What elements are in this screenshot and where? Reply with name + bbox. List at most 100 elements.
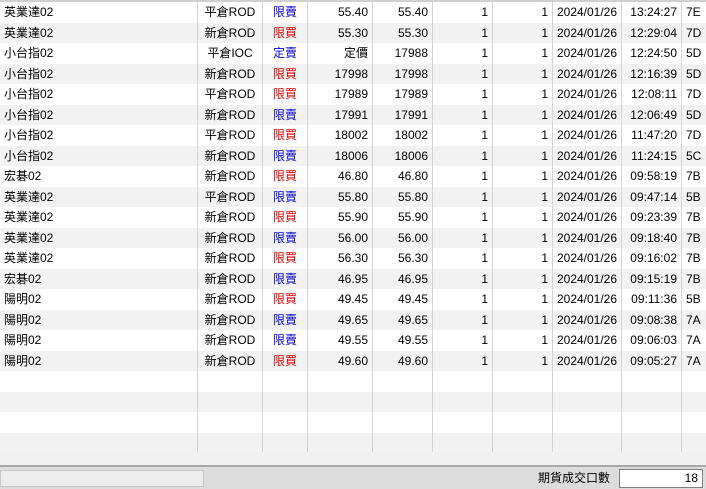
order-type-cell: 新倉ROD <box>198 248 263 269</box>
empty-cell <box>373 371 433 392</box>
contract-name-cell: 陽明02 <box>0 350 198 371</box>
trade-time-cell: 09:11:36 <box>622 289 682 310</box>
order-type-cell: 平倉ROD <box>198 84 263 105</box>
order-code-cell: 7B <box>686 210 701 224</box>
order-qty-cell: 1 <box>433 63 493 84</box>
order-price-cell: 17991 <box>308 104 373 125</box>
table-row[interactable]: 英業達02 平倉ROD 限賣 55.80 55.80 1 1 2024/01/26 09:47:… <box>0 186 706 207</box>
order-qty-cell: 1 <box>433 248 493 269</box>
fill-price-cell: 49.60 <box>373 350 433 371</box>
contract-name-cell: 英業達02 <box>0 22 198 43</box>
table-row[interactable]: 陽明02 新倉ROD 限買 49.60 49.60 1 1 2024/01/26 09:05:2… <box>0 350 706 371</box>
order-type-cell: 新倉ROD <box>198 63 263 84</box>
order-side-cell: 限賣 <box>263 330 308 351</box>
trade-time-cell: 12:08:11 <box>622 84 682 105</box>
trade-time-cell: 12:06:49 <box>622 104 682 125</box>
order-type-cell: 新倉ROD <box>198 309 263 330</box>
trade-time-cell: 09:15:19 <box>622 268 682 289</box>
table-row[interactable]: 小台指02 新倉ROD 限賣 17991 17991 1 1 2024/01/26 12:06:… <box>0 104 706 125</box>
table-row[interactable]: 小台指02 平倉ROD 限買 18002 18002 1 1 2024/01/26 11:47:… <box>0 125 706 146</box>
empty-cell <box>622 391 682 412</box>
trade-time-cell: 09:05:27 <box>622 350 682 371</box>
empty-row <box>0 391 706 413</box>
order-code-cell: 7A <box>686 312 701 327</box>
table-row[interactable]: 陽明02 新倉ROD 限買 49.45 49.45 1 1 2024/01/26 09:11:3… <box>0 289 706 310</box>
order-type-cell: 新倉ROD <box>198 22 263 43</box>
trade-time-cell: 12:16:39 <box>622 63 682 84</box>
trade-time-cell: 11:47:20 <box>622 125 682 146</box>
status-panel <box>0 470 204 487</box>
order-type-cell: 平倉ROD <box>198 186 263 207</box>
empty-cell <box>0 412 198 433</box>
order-qty-cell: 1 <box>433 330 493 351</box>
order-code-cell: 7D <box>686 87 702 101</box>
table-row[interactable]: 英業達02 新倉ROD 限買 55.30 55.30 1 1 2024/01/26 12:29:… <box>0 22 706 43</box>
order-qty-cell: 1 <box>433 268 493 289</box>
trade-date-cell: 2024/01/26 <box>553 2 622 23</box>
order-side-cell: 限賣 <box>263 186 308 207</box>
order-code-cell: 7B <box>686 230 701 245</box>
order-code-cell: 5C <box>686 148 702 163</box>
order-price-cell: 46.95 <box>308 268 373 289</box>
table-row[interactable]: 英業達02 新倉ROD 限買 55.90 55.90 1 1 2024/01/26 09:23:… <box>0 207 706 228</box>
contract-name-cell: 陽明02 <box>0 309 198 330</box>
table-row[interactable]: 小台指02 新倉ROD 限賣 18006 18006 1 1 2024/01/26 11:24:… <box>0 145 706 166</box>
trade-date-cell: 2024/01/26 <box>553 84 622 105</box>
fill-price-cell: 49.65 <box>373 309 433 330</box>
order-qty-cell: 1 <box>433 166 493 187</box>
fill-qty-cell: 1 <box>493 289 553 310</box>
empty-cell <box>493 371 553 392</box>
table-row[interactable]: 小台指02 平倉IOC 定賣 定價 17988 1 1 2024/01/26 12:24:50 5… <box>0 43 706 64</box>
order-side-cell: 限買 <box>263 166 308 187</box>
fill-price-cell: 46.95 <box>373 268 433 289</box>
order-qty-cell: 1 <box>433 43 493 64</box>
contract-name-cell: 小台指02 <box>0 43 198 64</box>
table-row[interactable]: 宏碁02 新倉ROD 限賣 46.95 46.95 1 1 2024/01/26 09:15:1… <box>0 268 706 289</box>
order-type-cell: 新倉ROD <box>198 330 263 351</box>
empty-cell <box>682 392 706 413</box>
fill-price-cell: 55.40 <box>373 2 433 23</box>
fill-price-cell: 17998 <box>373 63 433 84</box>
fill-qty-cell: 1 <box>493 309 553 330</box>
order-price-cell: 55.40 <box>308 2 373 23</box>
horizontal-scrollbar[interactable] <box>0 452 706 467</box>
table-row[interactable]: 小台指02 新倉ROD 限買 17998 17998 1 1 2024/01/26 12:16:… <box>0 63 706 84</box>
empty-cell <box>308 371 373 392</box>
order-type-cell: 新倉ROD <box>198 289 263 310</box>
order-price-cell: 56.00 <box>308 227 373 248</box>
order-type-cell: 平倉ROD <box>198 125 263 146</box>
fill-price-cell: 18006 <box>373 145 433 166</box>
order-code-cell: 7E <box>686 5 701 19</box>
trade-date-cell: 2024/01/26 <box>553 268 622 289</box>
table-row[interactable]: 英業達02 新倉ROD 限買 56.30 56.30 1 1 2024/01/26 09:16:… <box>0 248 706 269</box>
table-row[interactable]: 小台指02 平倉ROD 限買 17989 17989 1 1 2024/01/26 12:08:… <box>0 84 706 105</box>
contract-name-cell: 小台指02 <box>0 104 198 125</box>
order-qty-cell: 1 <box>433 309 493 330</box>
empty-cell <box>0 391 198 412</box>
trade-time-cell: 11:24:15 <box>622 145 682 166</box>
order-type-cell: 新倉ROD <box>198 268 263 289</box>
order-qty-cell: 1 <box>433 84 493 105</box>
trade-date-cell: 2024/01/26 <box>553 43 622 64</box>
table-row[interactable]: 陽明02 新倉ROD 限賣 49.55 49.55 1 1 2024/01/26 09:06:0… <box>0 330 706 351</box>
trade-date-cell: 2024/01/26 <box>553 248 622 269</box>
empty-cell <box>198 391 263 412</box>
contract-name-cell: 陽明02 <box>0 289 198 310</box>
empty-cell <box>622 412 682 433</box>
fill-qty-cell: 1 <box>493 207 553 228</box>
contract-name-cell: 陽明02 <box>0 330 198 351</box>
trade-time-cell: 09:08:38 <box>622 309 682 330</box>
empty-cell <box>198 371 263 392</box>
table-row[interactable]: 陽明02 新倉ROD 限賣 49.65 49.65 1 1 2024/01/26 09:08:3… <box>0 309 706 330</box>
order-price-cell: 18002 <box>308 125 373 146</box>
contract-name-cell: 宏碁02 <box>0 166 198 187</box>
order-price-cell: 46.80 <box>308 166 373 187</box>
table-row[interactable]: 英業達02 平倉ROD 限賣 55.40 55.40 1 1 2024/01/26 13:24:… <box>0 2 706 23</box>
table-row[interactable]: 英業達02 新倉ROD 限賣 56.00 56.00 1 1 2024/01/26 09:18:… <box>0 227 706 248</box>
empty-cell <box>493 391 553 412</box>
empty-row <box>0 432 706 453</box>
table-row[interactable]: 宏碁02 新倉ROD 限買 46.80 46.80 1 1 2024/01/26 09:58:1… <box>0 166 706 187</box>
order-price-cell: 49.55 <box>308 330 373 351</box>
contract-name-cell: 宏碁02 <box>0 268 198 289</box>
contract-name-cell: 英業達02 <box>0 2 198 23</box>
